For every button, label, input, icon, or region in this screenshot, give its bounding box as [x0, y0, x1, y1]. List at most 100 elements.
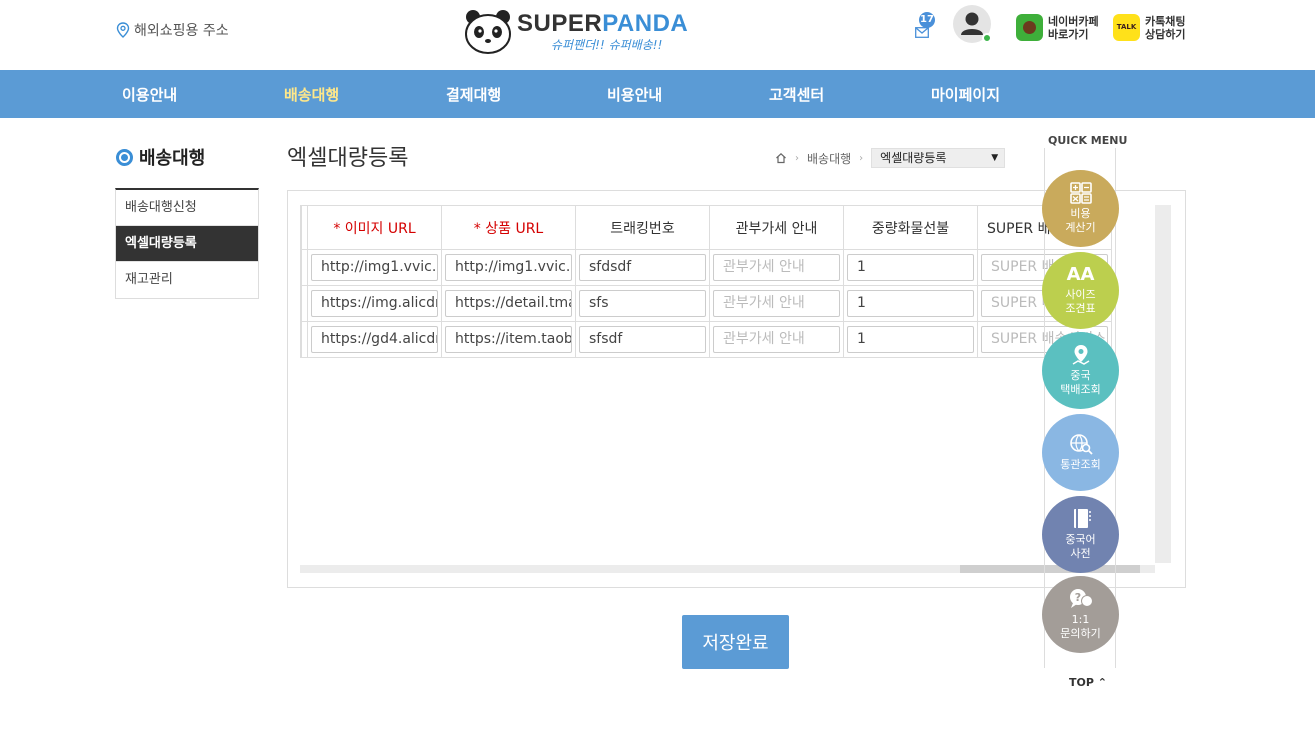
quick-one-on-one-inquiry[interactable]: ? 1:1 문의하기	[1042, 576, 1119, 653]
vertical-scrollbar[interactable]	[1155, 205, 1171, 563]
sidebar-item-shipping-request[interactable]: 배송대행신청	[116, 190, 258, 226]
weight-cell: 1	[843, 249, 978, 286]
tracking-number-input[interactable]: sfsdf	[579, 326, 706, 353]
save-complete-button[interactable]: 저장완료	[682, 615, 789, 669]
tracking-cell: sfsdf	[575, 321, 710, 358]
quick-dict-label-2: 사전	[1070, 547, 1091, 560]
quick-china-delivery-track[interactable]: 중국 택배조회	[1042, 332, 1119, 409]
nav-pricing[interactable]: 비용안내	[607, 84, 662, 105]
scroll-top-button[interactable]: TOP ⌃	[1069, 676, 1107, 689]
col-header-tracking-number: 트래킹번호	[575, 205, 710, 250]
quick-track-label-2: 택배조회	[1060, 383, 1101, 396]
book-icon	[1073, 509, 1091, 528]
online-status-dot	[982, 33, 992, 43]
product-url-input[interactable]: http://img1.vvic.c	[445, 254, 572, 281]
globe-search-icon	[1069, 434, 1093, 455]
main-nav: 이용안내 배송대행 결제대행 비용안내 고객센터 마이페이지	[0, 70, 1315, 118]
tracking-number-input[interactable]: sfdsdf	[579, 254, 706, 281]
tracking-number-input[interactable]: sfs	[579, 290, 706, 317]
font-size-icon: AA	[1066, 264, 1095, 285]
home-icon[interactable]	[775, 152, 787, 164]
quick-menu-title: QUICK MENU	[1048, 134, 1128, 147]
sidebar-title: 배송대행	[116, 144, 205, 170]
naver-label-line1: 네이버카페	[1048, 14, 1099, 28]
image-url-cell: https://img.alicdn	[307, 285, 442, 322]
logo-text-super: SUPER	[517, 10, 603, 37]
quick-inquiry-label-1: 1:1	[1071, 613, 1090, 626]
image-url-input[interactable]: https://img.alicdn	[311, 290, 438, 317]
nav-customer-center[interactable]: 고객센터	[769, 84, 824, 105]
kakao-talk-icon: TALK	[1113, 14, 1140, 41]
panda-icon	[465, 10, 511, 54]
weight-cell: 1	[843, 321, 978, 358]
quick-dict-label-1: 중국어	[1065, 533, 1096, 546]
quick-cost-calculator[interactable]: 비용 계산기	[1042, 170, 1119, 247]
quick-size-label-2: 조견표	[1065, 302, 1096, 315]
nav-payment-agency[interactable]: 결제대행	[446, 84, 501, 105]
tracking-cell: sfdsdf	[575, 249, 710, 286]
nav-guide[interactable]: 이용안내	[122, 84, 177, 105]
nav-mypage[interactable]: 마이페이지	[931, 84, 1000, 105]
superpanda-logo[interactable]: SUPERPANDA 슈퍼팬더!! 슈퍼배송!!	[463, 8, 688, 58]
naver-cafe-link[interactable]: 네이버카페 바로가기	[1016, 14, 1099, 41]
scroll-top-label: TOP	[1069, 676, 1094, 689]
col-header-image-url: * 이미지 URL	[307, 205, 442, 250]
nav-shipping-agency[interactable]: 배송대행	[284, 84, 339, 105]
kakao-label-line1: 카톡채팅	[1145, 14, 1186, 28]
message-count-badge: 17	[919, 12, 935, 28]
image-url-cell: http://img1.vvic.c	[307, 249, 442, 286]
table-row: http://img1.vvic.c http://img1.vvic.c sf…	[301, 249, 1112, 286]
chevron-up-icon: ⌃	[1097, 676, 1107, 689]
sidebar-item-inventory[interactable]: 재고관리	[116, 262, 258, 298]
tracking-cell: sfs	[575, 285, 710, 322]
image-url-input[interactable]: http://img1.vvic.c	[311, 254, 438, 281]
calculator-icon	[1069, 182, 1092, 204]
sidebar-item-excel-bulk[interactable]: 엑셀대량등록	[116, 226, 258, 262]
overseas-address-link[interactable]: 해외쇼핑용 주소	[116, 20, 229, 40]
kakao-chat-link[interactable]: TALK 카톡채팅 상담하기	[1113, 14, 1185, 41]
duty-info-input[interactable]: 관부가세 안내	[713, 254, 840, 281]
duty-cell: 관부가세 안내	[709, 321, 844, 358]
sidebar-menu: 배송대행신청 엑셀대량등록 재고관리	[115, 188, 259, 299]
mail-icon	[915, 27, 929, 38]
kakao-chat-label: 카톡채팅 상담하기	[1145, 15, 1185, 41]
table-row: https://gd4.alicdn https://item.taob sfs…	[301, 321, 1112, 358]
quick-size-label-1: 사이즈	[1065, 288, 1096, 301]
quick-inquiry-label-2: 문의하기	[1060, 627, 1101, 640]
weight-prepay-input[interactable]: 1	[847, 254, 974, 281]
horizontal-scrollbar[interactable]	[300, 565, 1155, 573]
image-url-cell: https://gd4.alicdn	[307, 321, 442, 358]
duty-info-input[interactable]: 관부가세 안내	[713, 326, 840, 353]
breadcrumb-page-select[interactable]: 엑셀대량등록 ▼	[871, 148, 1006, 168]
breadcrumb: › 배송대행 › 엑셀대량등록 ▼	[775, 148, 1006, 168]
dropdown-arrow-icon: ▼	[991, 153, 999, 163]
breadcrumb-separator-icon: ›	[859, 152, 864, 164]
naver-cafe-label: 네이버카페 바로가기	[1048, 15, 1099, 41]
product-url-input[interactable]: https://detail.tma	[445, 290, 572, 317]
breadcrumb-separator-icon: ›	[795, 152, 799, 164]
weight-prepay-input[interactable]: 1	[847, 326, 974, 353]
duty-info-input[interactable]: 관부가세 안내	[713, 290, 840, 317]
location-pin-icon	[116, 22, 130, 38]
product-url-cell: http://img1.vvic.c	[441, 249, 576, 286]
duty-cell: 관부가세 안내	[709, 285, 844, 322]
page-title: 엑셀대량등록	[287, 146, 409, 171]
quick-cost-label-1: 비용	[1070, 207, 1091, 220]
col-header-weight-prepay: 중량화물선불	[843, 205, 978, 250]
product-url-input[interactable]: https://item.taob	[445, 326, 572, 353]
breadcrumb-shipping[interactable]: 배송대행	[807, 150, 851, 167]
quick-size-chart[interactable]: AA 사이즈 조견표	[1042, 252, 1119, 329]
message-button[interactable]: 17	[912, 12, 940, 42]
col-header-product-url: * 상품 URL	[441, 205, 576, 250]
image-url-input[interactable]: https://gd4.alicdn	[311, 326, 438, 353]
kakao-label-line2: 상담하기	[1145, 27, 1186, 41]
table-row: https://img.alicdn https://detail.tma sf…	[301, 285, 1112, 322]
top-header: 해외쇼핑용 주소 SUPERPANDA 슈퍼팬더!! 슈퍼배송!! 17 네이버…	[0, 0, 1315, 70]
quick-customs-lookup[interactable]: 통관조회	[1042, 414, 1119, 491]
weight-prepay-input[interactable]: 1	[847, 290, 974, 317]
quick-chinese-dictionary[interactable]: 중국어 사전	[1042, 496, 1119, 573]
product-url-cell: https://item.taob	[441, 321, 576, 358]
logo-text-panda: PANDA	[602, 10, 689, 37]
product-url-cell: https://detail.tma	[441, 285, 576, 322]
chat-icon: ?	[1069, 589, 1093, 608]
